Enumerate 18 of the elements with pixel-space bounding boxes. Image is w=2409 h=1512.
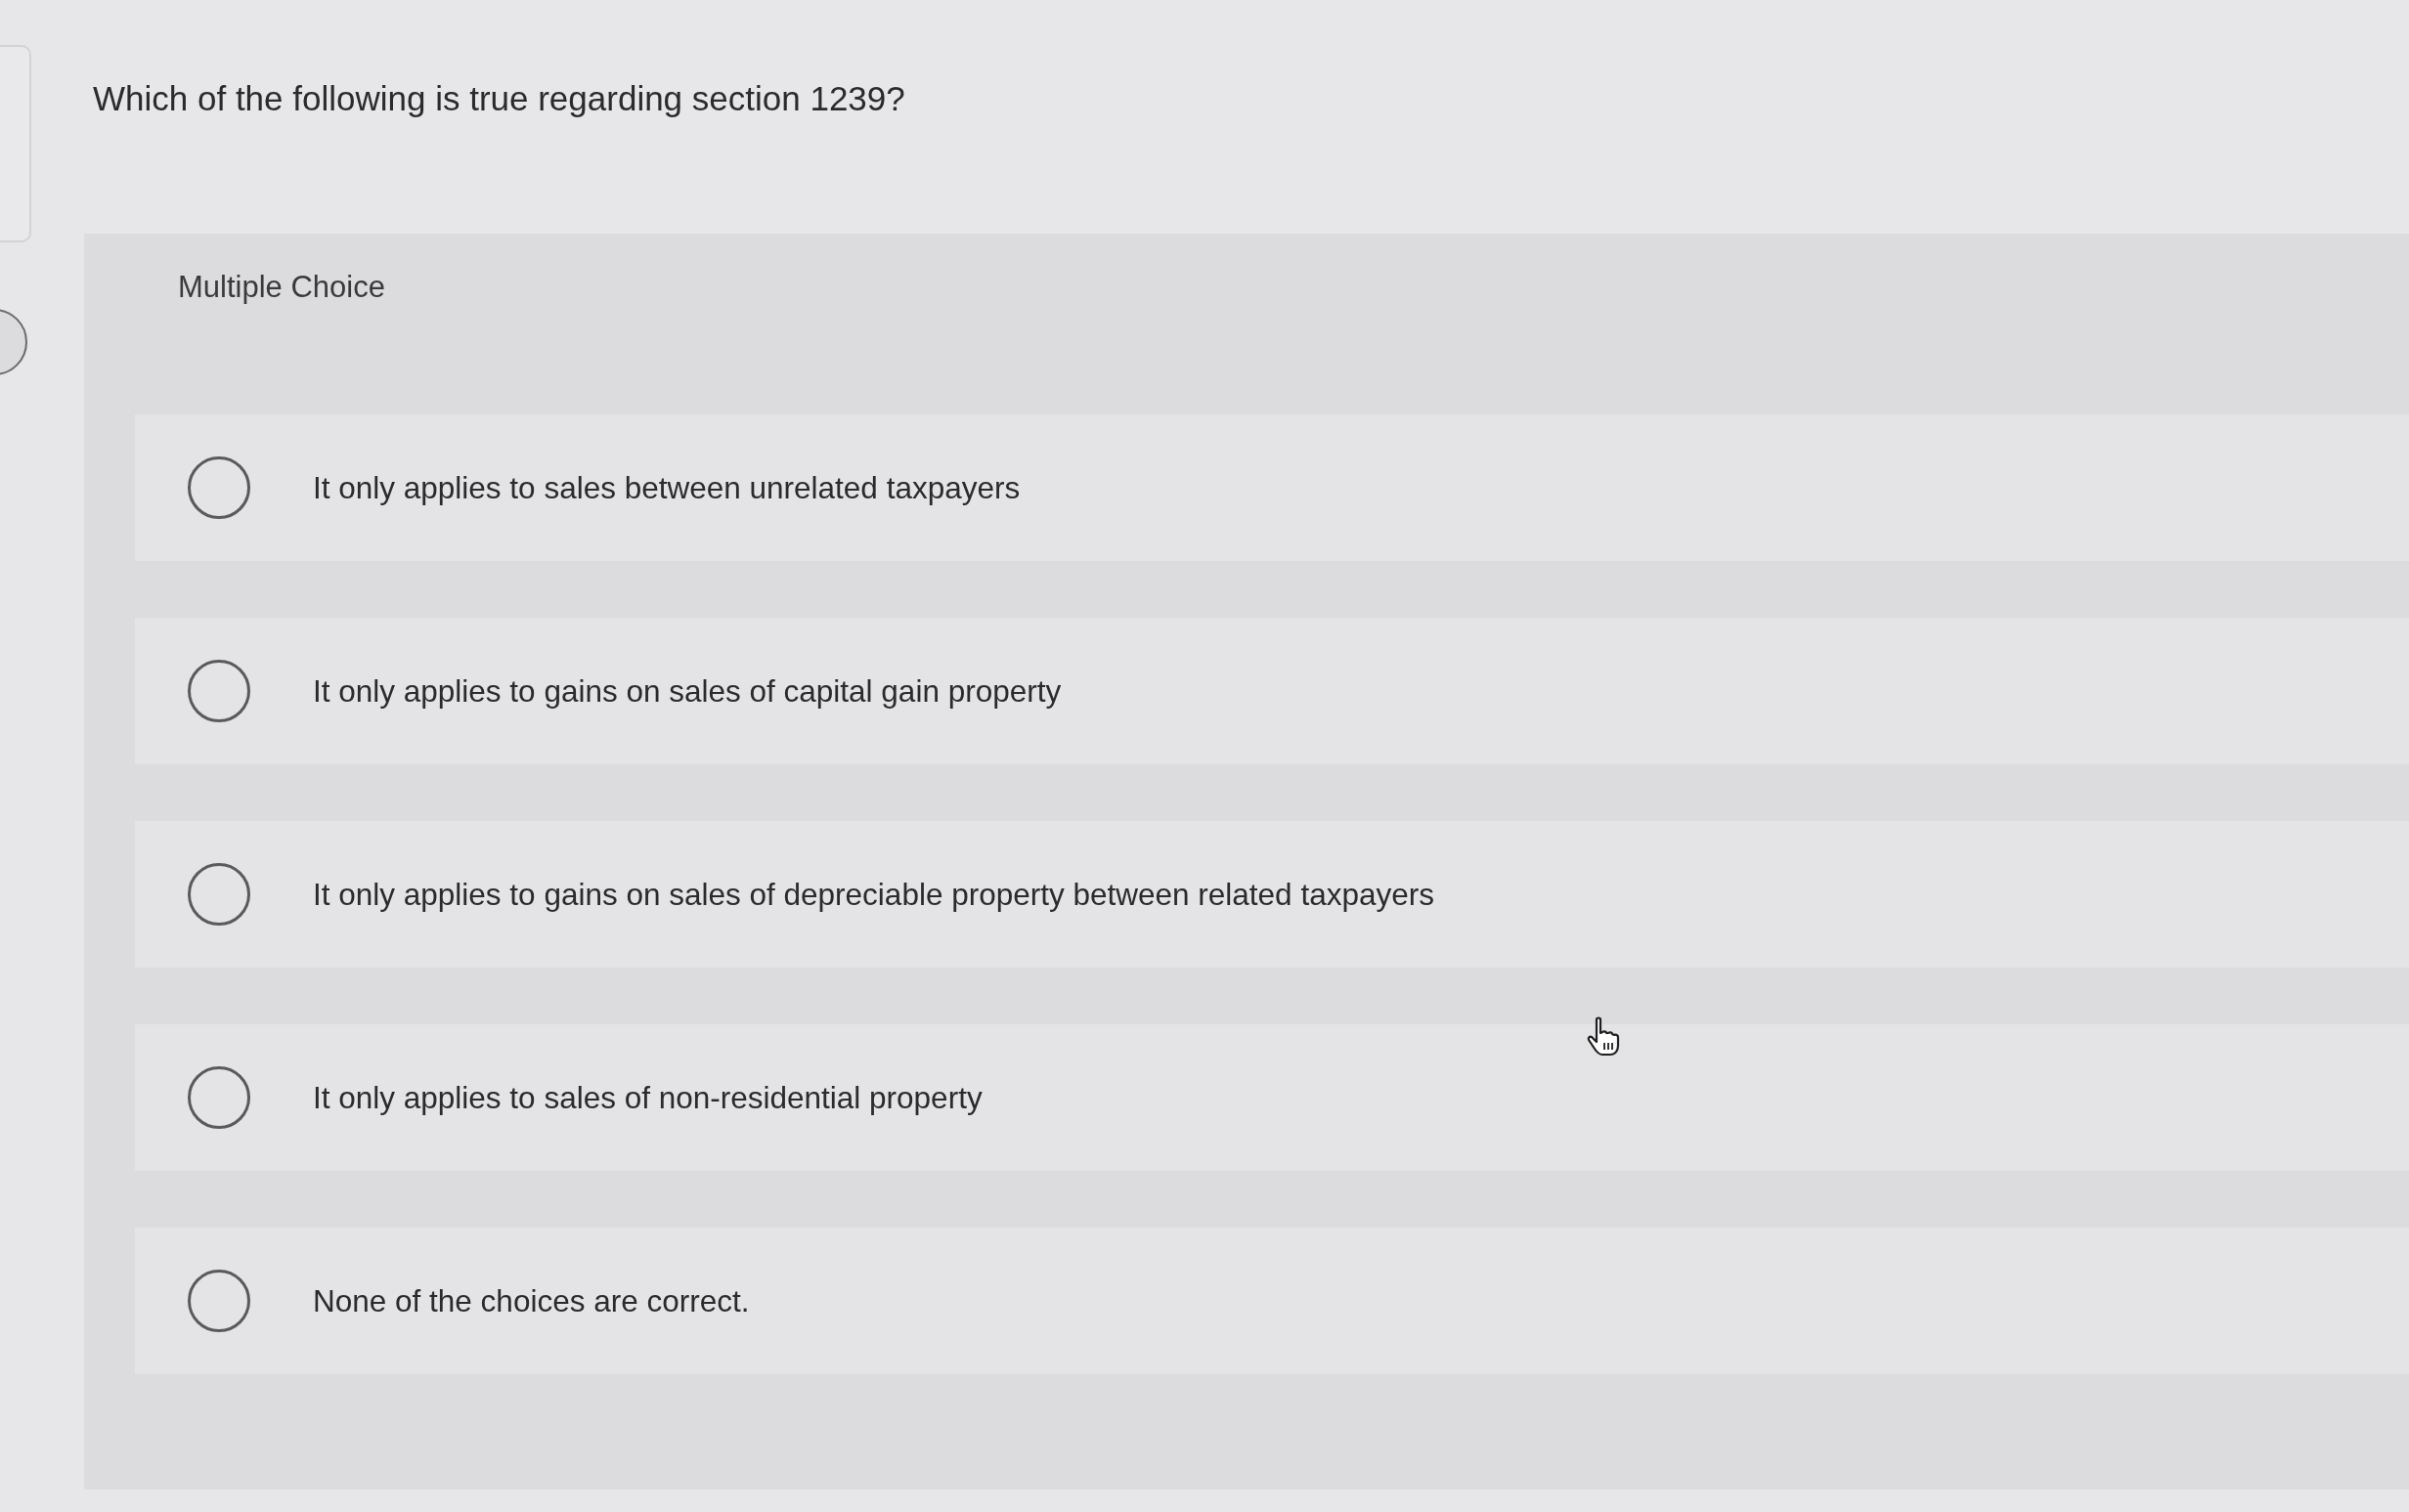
radio-button[interactable]	[188, 1066, 250, 1129]
question-type-label: Multiple Choice	[178, 269, 385, 306]
option-label: None of the choices are correct.	[313, 1282, 750, 1319]
radio-button[interactable]	[188, 660, 250, 722]
option-label: It only applies to sales between unrelated taxpayers	[313, 469, 1021, 506]
question-text: Which of the following is true regarding section 1239?	[93, 78, 905, 119]
answer-option[interactable]: It only applies to gains on sales of capital gain property	[135, 618, 2409, 764]
hand-pointer-icon	[1586, 1016, 1621, 1058]
answer-option[interactable]: It only applies to sales of non-residential property	[135, 1024, 2409, 1171]
radio-button[interactable]	[188, 1270, 250, 1332]
radio-button[interactable]	[188, 456, 250, 519]
option-label: It only applies to sales of non-residential property	[313, 1079, 983, 1116]
answer-option[interactable]: None of the choices are correct.	[135, 1228, 2409, 1374]
answer-option[interactable]: It only applies to gains on sales of depreciable property between related taxpayers	[135, 821, 2409, 968]
option-label: It only applies to gains on sales of depreciable property between related taxpayers	[313, 876, 1434, 913]
answer-option[interactable]: It only applies to sales between unrelated taxpayers	[135, 414, 2409, 561]
radio-button[interactable]	[188, 863, 250, 926]
option-label: It only applies to gains on sales of capital gain property	[313, 672, 1062, 710]
